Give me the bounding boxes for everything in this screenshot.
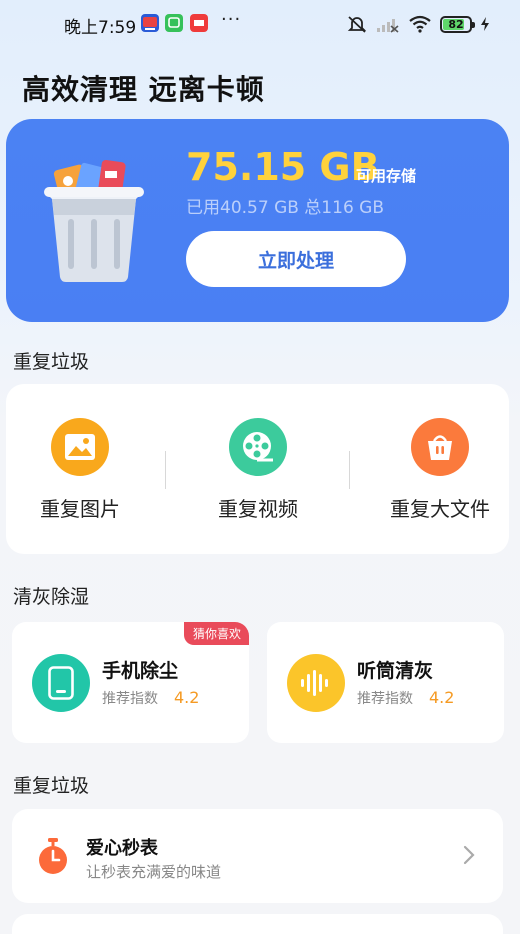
guess-you-like-badge: 猜你喜欢	[183, 622, 249, 645]
available-storage-value: 75.15 GB	[186, 145, 380, 189]
earpiece-clean-card[interactable]: 听筒清灰 推荐指数 4.2	[267, 622, 504, 743]
available-storage-label: 可用存储	[356, 167, 417, 185]
more-notifications-icon: ···	[221, 9, 242, 30]
divider	[349, 451, 350, 489]
image-icon	[51, 418, 109, 476]
duplicate-card: 重复图片 重复视频 重复大文件	[6, 384, 509, 554]
status-time: 晚上7:59	[64, 18, 137, 38]
cctv-app-icon	[141, 14, 159, 32]
wechat-app-icon	[165, 14, 183, 32]
signal-icon	[377, 19, 399, 33]
recommend-score: 4.2	[429, 688, 455, 707]
duplicate-images-label: 重复图片	[40, 497, 120, 521]
stopwatch-icon	[39, 838, 67, 874]
trash-can-icon	[44, 160, 144, 282]
earpiece-clean-title: 听筒清灰	[357, 660, 434, 682]
mute-icon	[347, 16, 367, 33]
film-reel-icon	[229, 418, 287, 476]
section-title-more: 重复垃圾	[13, 775, 90, 797]
battery-level: 82	[448, 17, 464, 31]
recommend-index-label: 推荐指数	[357, 691, 413, 707]
storage-usage-text: 已用40.57 GB 总116 GB	[186, 198, 384, 218]
recommend-index-label: 推荐指数	[102, 691, 158, 707]
basket-icon	[411, 418, 469, 476]
duplicate-images-button[interactable]: 重复图片	[28, 384, 132, 554]
divider	[165, 451, 166, 489]
duplicate-videos-label: 重复视频	[218, 497, 298, 521]
duplicate-videos-button[interactable]: 重复视频	[206, 384, 310, 554]
love-stopwatch-item[interactable]: 爱心秒表 让秒表充满爱的味道	[12, 809, 503, 903]
love-stopwatch-subtitle: 让秒表充满爱的味道	[86, 863, 222, 881]
love-stopwatch-title: 爱心秒表	[86, 838, 158, 859]
wifi-icon	[409, 15, 431, 33]
clean-now-button[interactable]: 立即处理	[186, 231, 406, 287]
page-title: 高效清理 远离卡顿	[22, 73, 265, 106]
duplicate-large-files-button[interactable]: 重复大文件	[384, 384, 496, 554]
duplicate-large-files-label: 重复大文件	[390, 497, 490, 521]
battery-icon: 82	[440, 15, 475, 33]
list-item[interactable]	[12, 914, 503, 934]
redbook-app-icon	[190, 14, 208, 32]
recommend-score: 4.2	[174, 688, 200, 707]
section-title-dust: 清灰除湿	[13, 586, 90, 608]
soundwave-icon	[287, 654, 345, 712]
phone-dust-clean-title: 手机除尘	[102, 660, 179, 682]
phone-dust-clean-card[interactable]: 手机除尘 推荐指数 4.2 猜你喜欢	[12, 622, 249, 743]
section-title-duplicate: 重复垃圾	[13, 351, 90, 373]
chevron-right-icon	[463, 845, 475, 865]
status-bar: 晚上7:59 ··· 82	[0, 0, 520, 50]
phone-icon	[32, 654, 90, 712]
charging-icon	[481, 17, 489, 31]
storage-card: 75.15 GB 可用存储 已用40.57 GB 总116 GB 立即处理	[6, 119, 509, 322]
